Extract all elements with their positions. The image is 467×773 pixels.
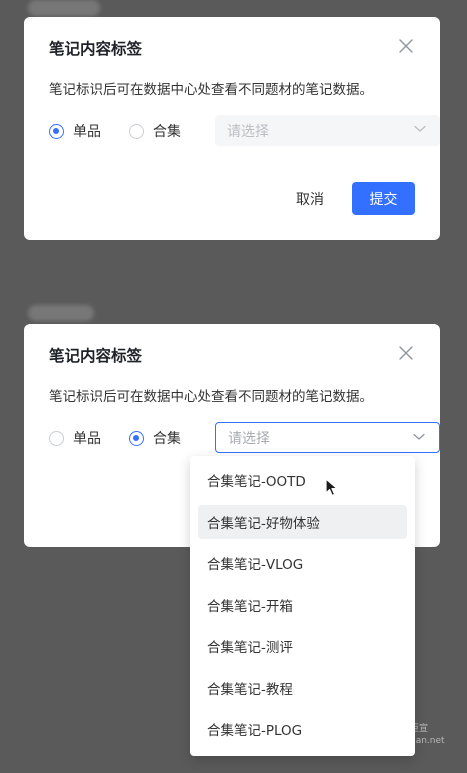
dialog-title: 笔记内容标签 (49, 40, 143, 58)
radio-checked-icon (49, 123, 64, 139)
watermark-line2: uan.net (410, 736, 445, 746)
radio-unchecked-icon (129, 123, 144, 139)
watermark-line1: 巨宣 (410, 724, 429, 734)
select-dropdown-menu: 合集笔记-OOTD 合集笔记-好物体验 合集笔记-VLOG 合集笔记-开箱 合集… (190, 456, 415, 756)
cancel-button[interactable]: 取消 (290, 183, 330, 215)
select-placeholder: 请选择 (227, 123, 269, 140)
type-radio-group: 单品 合集 请选择 (49, 115, 440, 146)
radio-collection[interactable]: 合集 (129, 121, 181, 141)
dropdown-option[interactable]: 合集笔记-VLOG (198, 546, 407, 580)
dropdown-option[interactable]: 合集笔记-开箱 (198, 588, 407, 622)
background-tab-blur (28, 305, 94, 321)
collection-select[interactable]: 请选择 (215, 422, 440, 453)
chevron-down-icon (413, 433, 425, 440)
select-placeholder: 请选择 (228, 430, 270, 447)
radio-collection-label: 合集 (153, 124, 181, 140)
dropdown-option[interactable]: 合集笔记-好物体验 (198, 504, 407, 539)
dropdown-option[interactable]: 合集笔记-测评 (198, 629, 407, 663)
dialog-description: 笔记标识后可在数据中心处查看不同题材的笔记数据。 (49, 82, 373, 98)
radio-unchecked-icon (49, 430, 64, 446)
close-icon (399, 39, 413, 53)
type-radio-group: 单品 合集 请选择 (49, 422, 440, 453)
submit-button[interactable]: 提交 (352, 182, 415, 215)
note-tag-dialog: 笔记内容标签 笔记标识后可在数据中心处查看不同题材的笔记数据。 单品 合集 请选… (24, 17, 440, 240)
radio-single-label: 单品 (73, 431, 101, 447)
radio-checked-icon (129, 430, 144, 446)
dropdown-option[interactable]: 合集笔记-PLOG (198, 712, 407, 746)
radio-single-label: 单品 (73, 124, 101, 140)
dropdown-option[interactable]: 合集笔记-OOTD (198, 463, 407, 497)
close-button[interactable] (397, 37, 415, 55)
dialog-description: 笔记标识后可在数据中心处查看不同题材的笔记数据。 (49, 389, 373, 405)
collection-select[interactable]: 请选择 (215, 115, 440, 146)
dialog-title: 笔记内容标签 (49, 347, 143, 365)
radio-single[interactable]: 单品 (49, 121, 101, 141)
radio-single[interactable]: 单品 (49, 428, 101, 448)
radio-collection-label: 合集 (153, 431, 181, 447)
close-button[interactable] (397, 344, 415, 362)
mouse-pointer-icon (325, 478, 338, 497)
chevron-down-icon (414, 125, 426, 132)
close-icon (399, 346, 413, 360)
background-tab-blur (28, 0, 100, 16)
dropdown-option[interactable]: 合集笔记-教程 (198, 671, 407, 705)
watermark: 巨宣 uan.net (410, 723, 445, 747)
radio-collection[interactable]: 合集 (129, 428, 181, 448)
